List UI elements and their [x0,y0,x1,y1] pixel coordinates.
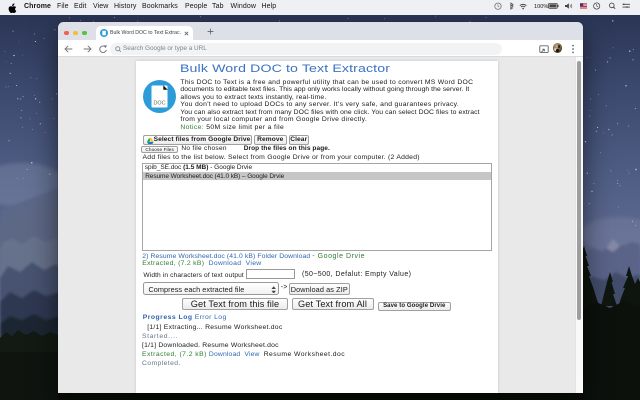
svg-text:DOC: DOC [153,100,165,106]
